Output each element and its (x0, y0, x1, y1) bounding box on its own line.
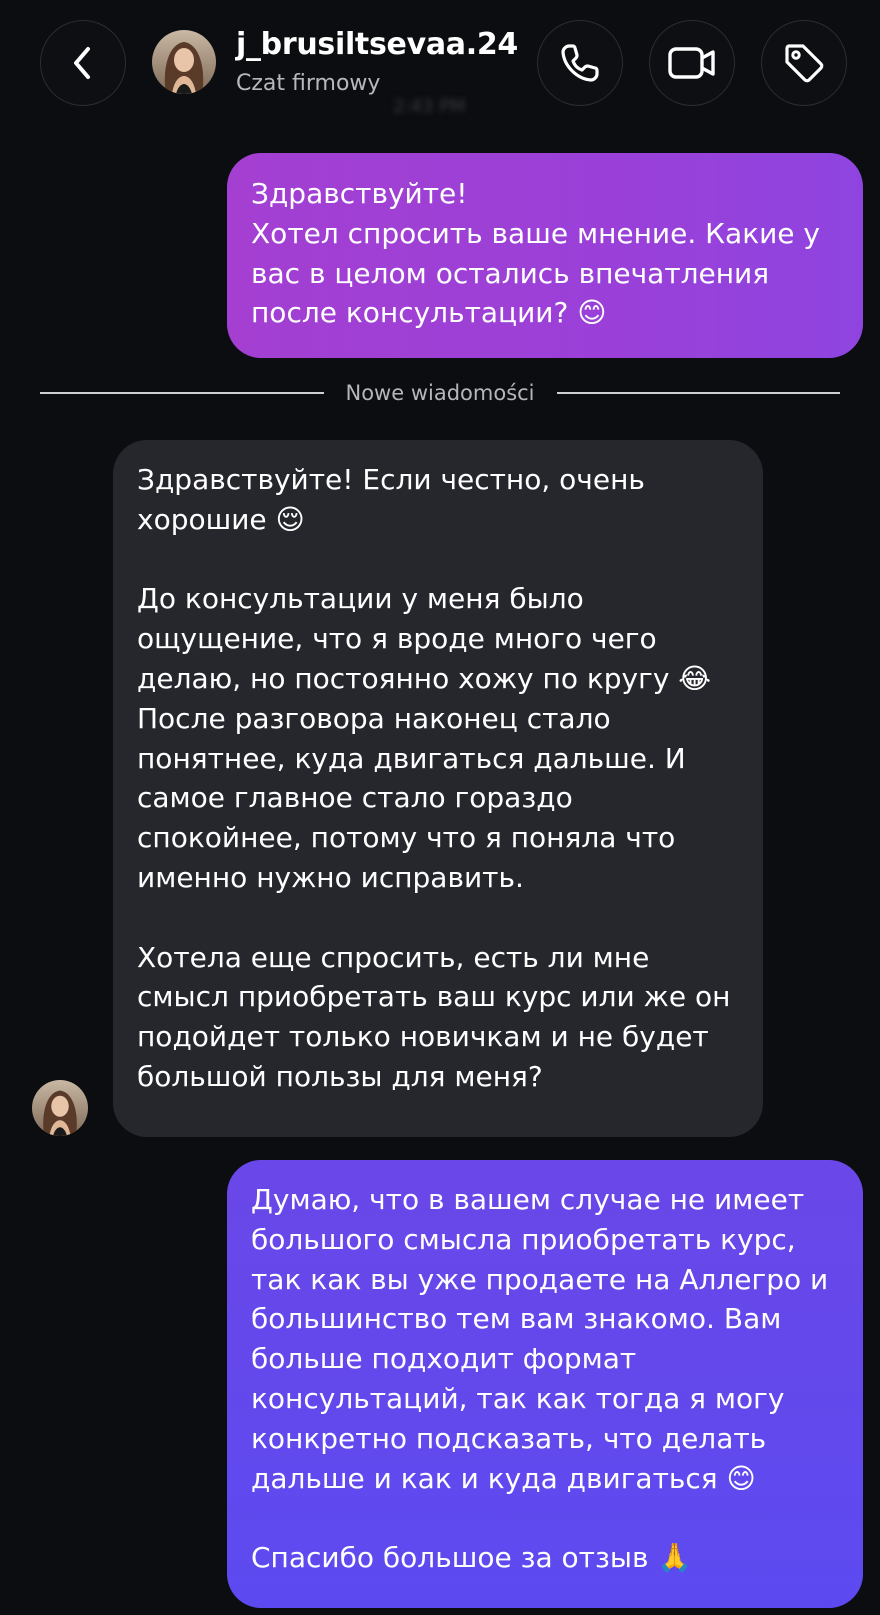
outgoing-message[interactable]: Здравствуйте! Хотел спросить ваше мнение… (227, 153, 863, 358)
contact-avatar[interactable] (152, 30, 216, 94)
call-button[interactable] (537, 20, 623, 106)
chat-header: j_brusiltsevaa.24 Czat firmowy 2:43 PM (0, 0, 880, 130)
label-button[interactable] (761, 20, 847, 106)
contact-name[interactable]: j_brusiltsevaa.24 (236, 26, 518, 64)
timestamp: 2:43 PM (393, 96, 466, 117)
divider-line-left (40, 392, 324, 394)
chevron-left-icon (68, 43, 98, 83)
incoming-message[interactable]: Здравствуйте! Если честно, очень хорошие… (113, 440, 763, 1137)
video-camera-icon (667, 43, 717, 83)
video-call-button[interactable] (649, 20, 735, 106)
sender-avatar[interactable] (32, 1080, 88, 1136)
new-messages-divider: Nowe wiadomości (40, 376, 841, 410)
outgoing-message[interactable]: Думаю, что в вашем случае не имеет больш… (227, 1160, 863, 1608)
avatar-photo (32, 1080, 88, 1136)
tag-icon (781, 40, 827, 86)
back-button[interactable] (40, 20, 126, 106)
avatar-photo (152, 30, 216, 94)
divider-line-right (556, 392, 841, 394)
phone-icon (557, 40, 603, 86)
new-messages-label: Nowe wiadomości (345, 381, 535, 405)
contact-subtitle: Czat firmowy (236, 71, 381, 96)
